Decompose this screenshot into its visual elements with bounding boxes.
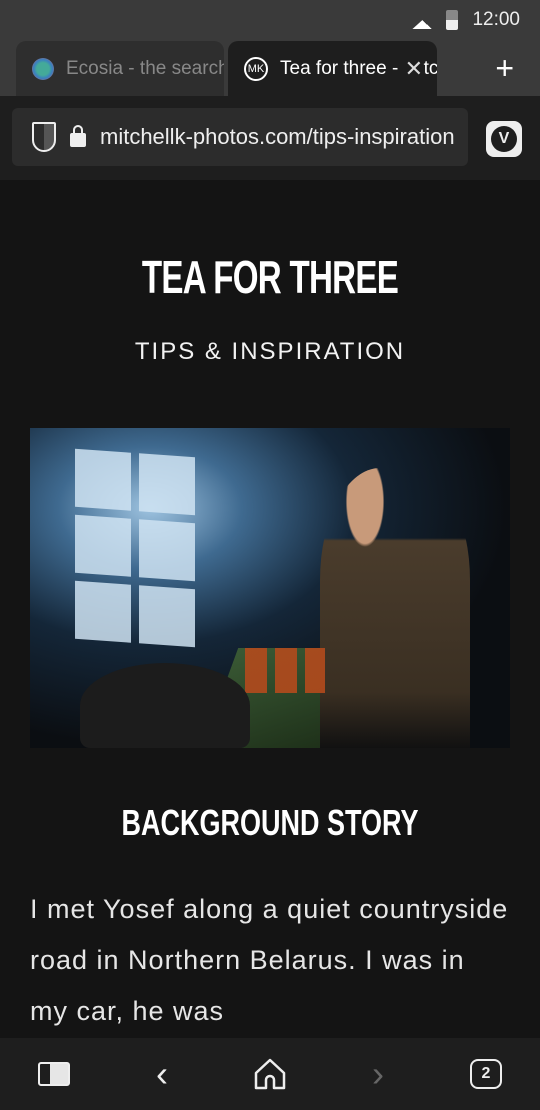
tea-glasses — [245, 648, 325, 693]
panel-toggle-button[interactable] — [34, 1054, 74, 1094]
tab-switcher-button[interactable]: 2 — [466, 1054, 506, 1094]
vivaldi-menu-button[interactable]: V — [486, 121, 522, 157]
home-button[interactable] — [250, 1054, 290, 1094]
address-bar-area: mitchellk-photos.com/tips-inspiration — [0, 96, 540, 180]
new-tab-button[interactable]: + — [495, 52, 514, 84]
body-text: I met Yosef along a quiet countryside ro… — [30, 894, 509, 1026]
close-tab-icon[interactable]: ✕ — [400, 55, 423, 82]
hero-photo — [30, 428, 510, 748]
tab-strip: Ecosia - the search MK Tea for three - M… — [0, 40, 540, 96]
chevron-right-icon: › — [372, 1053, 384, 1094]
signal-icon — [412, 11, 433, 29]
section-heading: BACKGROUND STORY — [121, 802, 419, 843]
forward-button[interactable]: › — [358, 1053, 398, 1094]
battery-icon — [446, 10, 459, 30]
page-title: TEA FOR THREE — [141, 251, 399, 303]
ecosia-globe-icon — [32, 57, 54, 80]
bottom-toolbar: ‹ › 2 — [0, 1038, 540, 1110]
clock: 12:00 — [472, 9, 520, 30]
tab-label: Ecosia - the search — [66, 57, 224, 79]
shield-icon[interactable] — [32, 122, 56, 152]
status-bar: 12:00 — [0, 0, 540, 40]
back-button[interactable]: ‹ — [142, 1053, 182, 1094]
tab-tea-for-three[interactable]: MK Tea for three - Mitchell ✕ — [228, 41, 437, 96]
chevron-left-icon: ‹ — [156, 1053, 168, 1094]
url-field[interactable]: mitchellk-photos.com/tips-inspiration — [12, 108, 468, 166]
window-shape — [75, 448, 195, 648]
url-text: mitchellk-photos.com/tips-inspiration — [100, 124, 455, 149]
tab-count: 2 — [470, 1059, 502, 1089]
vivaldi-logo-icon: V — [491, 126, 517, 152]
page-subtitle: TIPS & INSPIRATION — [134, 338, 406, 365]
tab-ecosia[interactable]: Ecosia - the search — [16, 41, 224, 96]
home-icon — [254, 1058, 286, 1090]
panel-icon — [38, 1062, 70, 1086]
lock-icon[interactable] — [70, 125, 86, 147]
man-figure — [320, 468, 470, 748]
kettle-shape — [80, 663, 250, 748]
mk-logo-icon: MK — [244, 56, 268, 81]
